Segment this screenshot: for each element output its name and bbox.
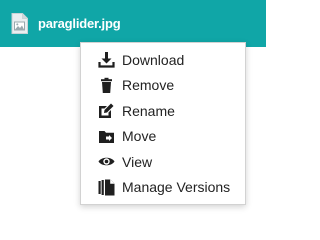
- rename-icon: [98, 102, 115, 119]
- eye-icon: [98, 153, 115, 170]
- menu-item-label: Remove: [122, 77, 175, 94]
- versions-icon: [98, 179, 115, 196]
- menu-item-remove[interactable]: Remove: [81, 73, 245, 99]
- menu-item-rename[interactable]: Rename: [81, 98, 245, 124]
- move-folder-icon: [98, 128, 115, 145]
- selected-file-row[interactable]: paraglider.jpg: [0, 0, 266, 47]
- menu-item-download[interactable]: Download: [81, 47, 245, 73]
- image-file-icon: [11, 13, 28, 34]
- menu-item-label: Rename: [122, 102, 175, 119]
- menu-item-label: Manage Versions: [122, 179, 231, 196]
- trash-icon: [98, 77, 115, 94]
- file-name[interactable]: paraglider.jpg: [38, 16, 121, 31]
- menu-item-manage-versions[interactable]: Manage Versions: [81, 175, 245, 201]
- context-menu: Download Remove Rename Move View Manage …: [80, 42, 246, 205]
- menu-item-label: Download: [122, 51, 185, 68]
- menu-item-label: View: [122, 153, 153, 170]
- menu-item-view[interactable]: View: [81, 149, 245, 175]
- menu-item-move[interactable]: Move: [81, 124, 245, 150]
- download-icon: [98, 51, 115, 68]
- menu-item-label: Move: [122, 128, 157, 145]
